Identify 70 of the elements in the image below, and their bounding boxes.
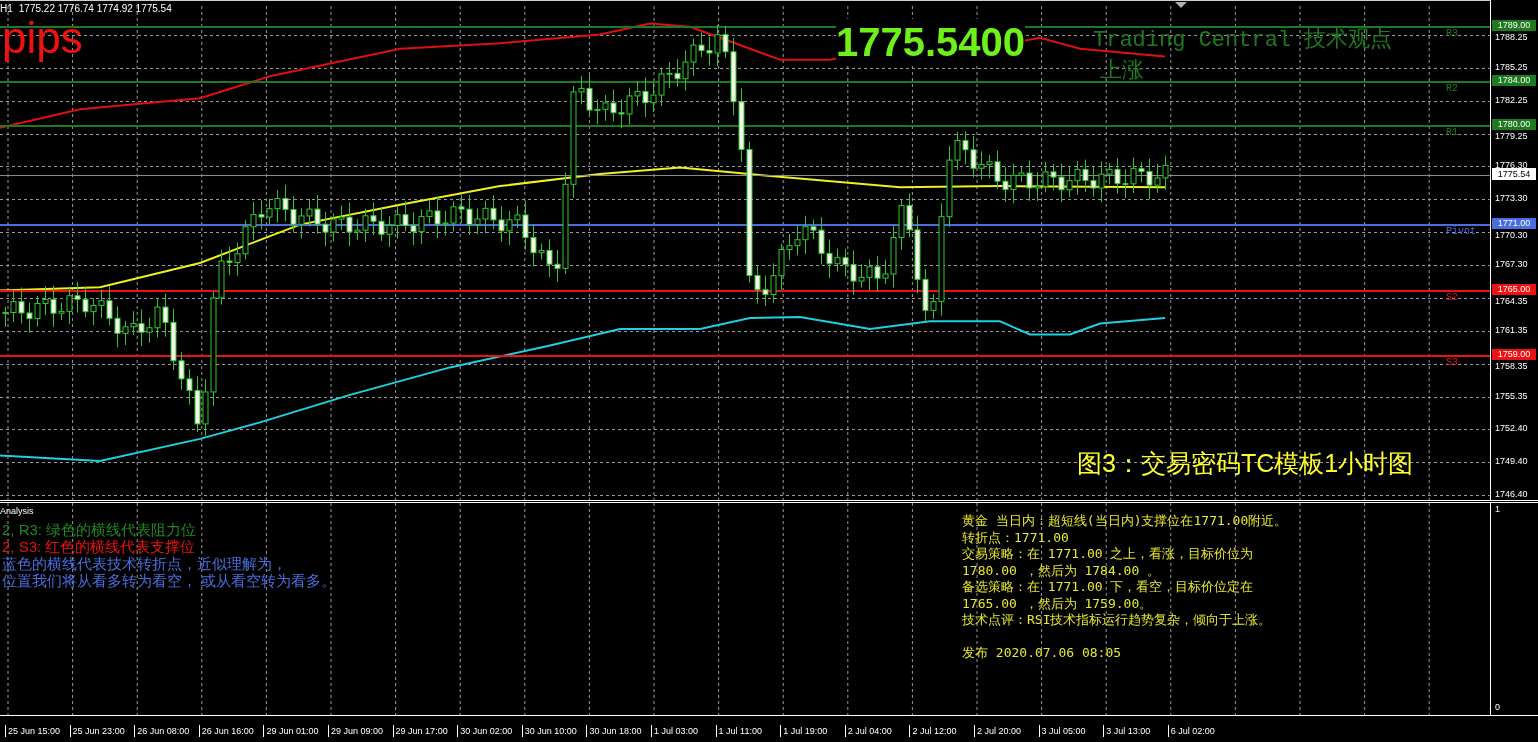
ohlc-values: 1775.22 1776.74 1774.92 1775.54 — [18, 3, 172, 15]
time-label: 26 Jun 08:00 — [134, 725, 190, 737]
time-label: 25 Jun 15:00 — [5, 725, 61, 737]
level-label: S3 — [1446, 357, 1458, 369]
price-tag: 1784.00 — [1492, 75, 1536, 86]
price-tag: 1789.00 — [1492, 20, 1536, 31]
time-label: 30 Jun 02:00 — [457, 725, 513, 737]
price-tick: 1746.40 — [1495, 489, 1528, 499]
time-label: 2 Jul 12:00 — [909, 725, 957, 737]
analysis-view: 上涨 — [1100, 57, 1144, 83]
time-label: 1 Jul 19:00 — [780, 725, 828, 737]
axis-label: 0 — [1495, 702, 1500, 713]
time-label: 30 Jun 10:00 — [521, 725, 577, 737]
price-tick: 1758.35 — [1495, 361, 1528, 371]
axis-label: 1 — [1495, 504, 1500, 515]
price-tick: 1770.30 — [1495, 230, 1528, 240]
level-label: R1 — [1446, 127, 1458, 139]
price-tick: 1776.30 — [1495, 160, 1528, 170]
legend-text: 位置我们将从看多转为看空， 或从看空转为看多。 — [2, 572, 337, 589]
time-label: 30 Jun 18:00 — [586, 725, 642, 737]
level-label: R3 — [1446, 28, 1458, 40]
commentary-text: 1780.00 ，然后为 1784.00 。 — [962, 562, 1162, 579]
level-label: Pivot — [1446, 226, 1476, 238]
time-label: 6 Jul 02:00 — [1167, 725, 1215, 737]
analysis-title: Trading Central 技术观点 — [1093, 28, 1393, 54]
time-label: 29 Jun 09:00 — [328, 725, 384, 737]
chart-caption: 图3：交易密码TC模板1小时图 — [1077, 448, 1414, 479]
price-display: 1775.5400 — [836, 19, 1026, 65]
price-tag: 1780.00 — [1492, 119, 1536, 130]
triangle-icon — [1175, 2, 1187, 8]
price-tick: 1752.40 — [1495, 423, 1528, 433]
price-tick: 1755.35 — [1495, 391, 1528, 401]
time-label: 25 Jun 23:00 — [69, 725, 125, 737]
timeframe-label: H1 — [0, 3, 13, 15]
current-price-tag: 1775.54 — [1492, 168, 1536, 180]
legend-text: 蓝色的横线代表技术转折点，近似理解为， — [2, 555, 288, 572]
price-tick: 1767.30 — [1495, 259, 1528, 269]
price-tick: 1782.25 — [1495, 95, 1528, 105]
time-label: 2 Jul 04:00 — [844, 725, 892, 737]
price-tag: 1765.00 — [1492, 284, 1536, 295]
pips-label: pips — [2, 13, 83, 63]
commentary-text: 转折点：1771.00 — [962, 529, 1070, 546]
commentary-text: 技术点评：RSI技术指标运行趋势复杂，倾向于上涨。 — [962, 612, 1273, 629]
publish-time: 发布 2020.07.06 08:05 — [962, 645, 1123, 662]
level-label: S2 — [1446, 292, 1458, 304]
price-tick: 1785.25 — [1495, 62, 1528, 72]
price-tick: 1779.25 — [1495, 131, 1528, 141]
price-tick: 1764.35 — [1495, 296, 1528, 306]
legend-text: 2, S3: 红色的横线代表支撑位 — [2, 538, 197, 555]
time-label: 3 Jul 05:00 — [1038, 725, 1086, 737]
time-label: 3 Jul 13:00 — [1103, 725, 1151, 737]
time-label: 29 Jun 01:00 — [263, 725, 319, 737]
commentary-text: 黄金 当日内：超短线(当日内)支撑位在1771.00附近。 — [962, 513, 1288, 530]
time-label: 26 Jun 16:00 — [198, 725, 254, 737]
legend-text: 2, R3: 绿色的横线代表阻力位 — [2, 521, 198, 538]
price-tag: 1771.00 — [1492, 218, 1536, 229]
price-tick: 1749.40 — [1495, 456, 1528, 466]
commentary-text: 交易策略：在 1771.00 之上，看涨，目标价位为 — [962, 546, 1255, 563]
commentary-text: 1765.00 ，然后为 1759.00。 — [962, 595, 1154, 612]
price-tick: 1773.30 — [1495, 193, 1528, 203]
time-label: 29 Jun 17:00 — [392, 725, 448, 737]
level-label: R2 — [1446, 83, 1458, 95]
price-tag: 1759.00 — [1492, 349, 1536, 360]
commentary-text: 备选策略：在 1771.00 下，看空，目标价位定在 — [962, 579, 1255, 596]
panel-title: Analysis — [0, 505, 34, 517]
time-label: 2 Jul 20:00 — [974, 725, 1022, 737]
price-tick: 1788.25 — [1495, 32, 1528, 42]
time-label: 1 Jul 03:00 — [651, 725, 699, 737]
time-label: 1 Jul 11:00 — [715, 725, 762, 737]
price-tick: 1761.35 — [1495, 325, 1528, 335]
